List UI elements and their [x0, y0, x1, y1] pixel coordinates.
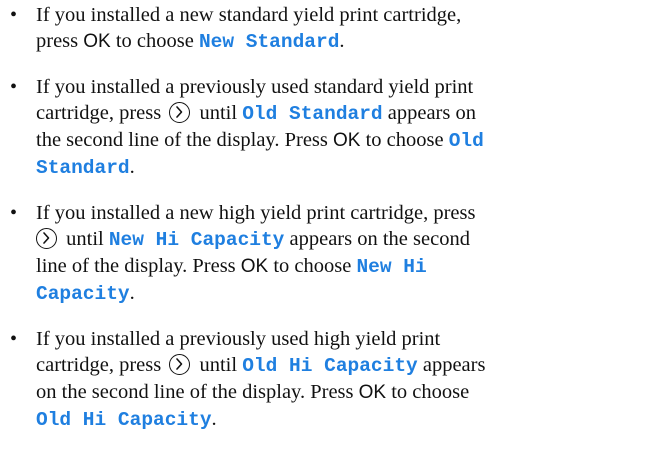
menu-option-old-hi-capacity: Old Hi Capacity — [36, 409, 212, 431]
ok-key-label: OK — [358, 382, 387, 403]
item-text: until — [199, 102, 238, 124]
item-text: press — [36, 30, 79, 52]
item-text: If you installed a new standard yield pr… — [36, 4, 462, 26]
menu-option-old-hi-capacity: Old Hi Capacity — [242, 355, 418, 377]
menu-option-old-standard: Standard — [36, 157, 130, 179]
bullet: • — [10, 328, 18, 350]
menu-option-new-hi-capacity: Capacity — [36, 283, 130, 305]
period: . — [211, 408, 217, 430]
bullet: • — [10, 76, 18, 98]
instruction-list: • If you installed a new standard yield … — [0, 0, 661, 433]
item-text: appears — [422, 354, 486, 376]
right-arrow-button-icon — [36, 228, 57, 249]
menu-option-new-hi-capacity: New Hi — [356, 256, 427, 278]
menu-option-new-hi-capacity: New Hi Capacity — [108, 229, 285, 251]
ok-key-label: OK — [240, 256, 269, 277]
menu-option-new-standard: New Standard — [198, 31, 340, 53]
item-text: appears on — [387, 102, 476, 124]
item-text: to choose — [365, 129, 444, 151]
ok-key-label: OK — [83, 31, 111, 52]
item-text: until — [199, 354, 238, 376]
period: . — [339, 30, 345, 52]
list-item-new-standard: • If you installed a new standard yield … — [0, 0, 661, 55]
item-text: If you installed a previously used stand… — [36, 76, 474, 98]
right-arrow-button-icon — [169, 354, 191, 375]
item-text: appears on the second — [289, 228, 470, 250]
item-text: If you installed a previously used high … — [36, 328, 441, 350]
list-item-new-hi-capacity: • If you installed a new high yield prin… — [0, 200, 661, 307]
list-item-old-hi-capacity: • If you installed a previously used hig… — [0, 326, 661, 433]
item-text: cartridge, press — [36, 102, 162, 124]
item-text: the second line of the display. Press — [36, 129, 328, 151]
menu-option-old-standard: Old Standard — [242, 103, 383, 125]
right-arrow-button-icon — [169, 102, 191, 123]
item-text: If you installed a new high yield print … — [36, 202, 476, 224]
item-text: to choose — [273, 255, 352, 277]
item-text: to choose — [115, 30, 194, 52]
item-text: until — [66, 228, 104, 250]
bullet: • — [10, 202, 18, 224]
ok-key-label: OK — [333, 130, 361, 151]
list-item-old-standard: • If you installed a previously used sta… — [0, 74, 661, 181]
item-text: on the second line of the display. Press — [36, 381, 354, 403]
period: . — [129, 156, 135, 178]
menu-option-old-standard: Old — [448, 130, 484, 152]
item-text: line of the display. Press — [36, 255, 236, 277]
item-text: to choose — [391, 381, 470, 403]
period: . — [129, 282, 135, 304]
bullet: • — [10, 4, 18, 26]
item-text: cartridge, press — [36, 354, 162, 376]
